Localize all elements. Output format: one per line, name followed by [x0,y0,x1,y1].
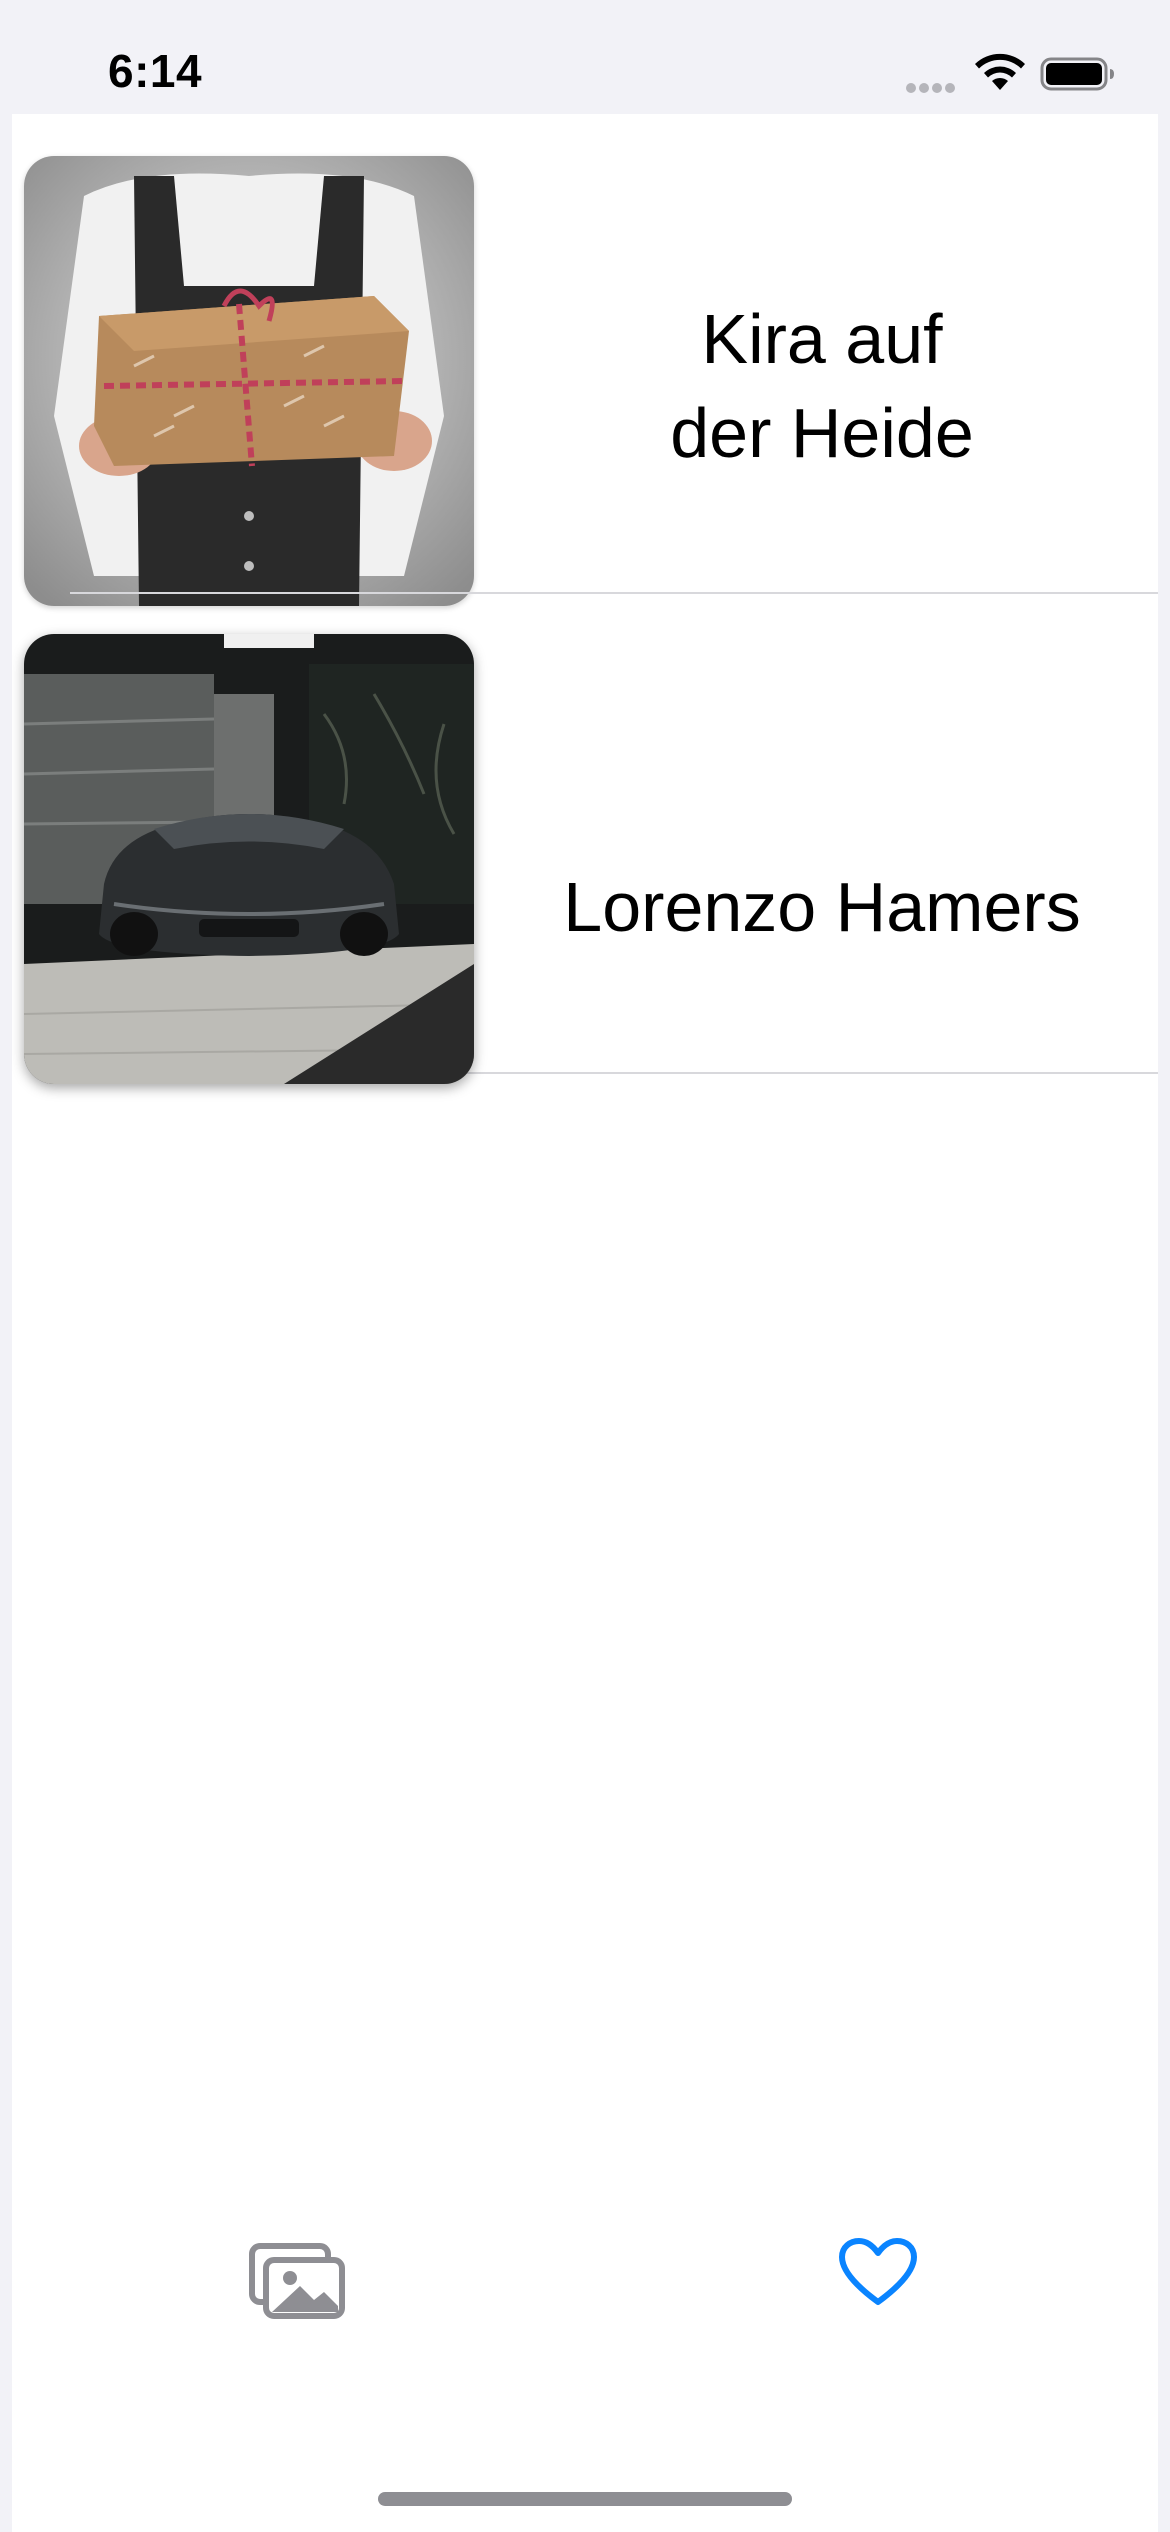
gift-box-thumbnail [24,156,474,606]
gift-box-photo [24,156,474,606]
heart-icon [839,2238,917,2305]
item-title-line1: Kira auf [701,300,943,378]
signal-dots-icon [906,80,960,93]
home-indicator [378,2492,792,2506]
sports-car-garage-photo [24,634,474,1084]
list-item[interactable]: Kira auf der Heide [12,114,1158,606]
battery-icon [1040,57,1114,91]
tab-favorites[interactable] [808,2230,948,2340]
tab-bar [12,2230,1158,2370]
item-title: Lorenzo Hamers [563,868,1081,946]
item-title: Kira auf der Heide [512,292,1132,480]
status-bar: 6:14 [0,0,1170,112]
favorites-list: Kira auf der Heide Lorenzo Hamers [12,114,1158,2532]
item-title-line2: der Heide [670,394,974,472]
status-time: 6:14 [108,45,203,97]
wifi-icon [975,53,1025,90]
tab-photos[interactable] [220,2230,360,2340]
photos-icon [249,2243,345,2319]
sports-car-thumbnail [24,634,474,1084]
